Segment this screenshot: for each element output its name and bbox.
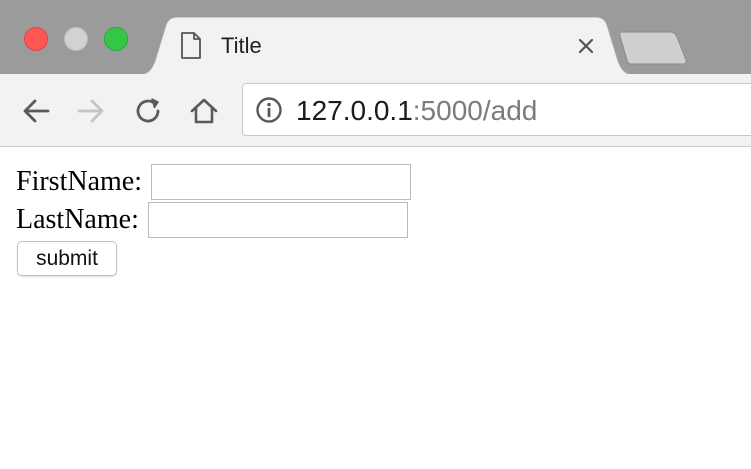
submit-button[interactable]: submit xyxy=(17,241,117,276)
first-name-input[interactable] xyxy=(151,164,411,200)
home-icon[interactable] xyxy=(187,94,221,128)
new-tab-button[interactable] xyxy=(618,30,690,66)
url-text[interactable]: 127.0.0.1:5000/add xyxy=(296,94,537,128)
tab-title: Title xyxy=(221,33,262,58)
arrow-right-icon[interactable] xyxy=(74,94,108,128)
first-name-label: FirstName: xyxy=(16,166,142,197)
tab-strip: Title xyxy=(0,0,751,75)
address-bar[interactable]: 127.0.0.1:5000/add xyxy=(242,83,751,136)
url-path: :5000/add xyxy=(412,95,538,126)
last-name-label: LastName: xyxy=(16,204,139,235)
document-icon xyxy=(181,32,201,59)
url-host: 127.0.0.1 xyxy=(296,95,413,126)
window-close-button[interactable] xyxy=(24,27,48,51)
close-icon[interactable] xyxy=(572,32,600,60)
active-tab[interactable] xyxy=(138,17,635,75)
first-name-row: FirstName: xyxy=(16,164,411,200)
last-name-input[interactable] xyxy=(147,202,408,238)
last-name-row: LastName: xyxy=(16,202,408,238)
page-content: FirstName: LastName: submit xyxy=(0,148,751,469)
window-minimize-button[interactable] xyxy=(64,27,88,51)
info-icon[interactable] xyxy=(255,96,283,124)
arrow-left-icon[interactable] xyxy=(19,94,53,128)
window-maximize-button[interactable] xyxy=(104,27,128,51)
browser-toolbar: 127.0.0.1:5000/add xyxy=(0,74,751,147)
reload-icon[interactable] xyxy=(131,94,165,128)
